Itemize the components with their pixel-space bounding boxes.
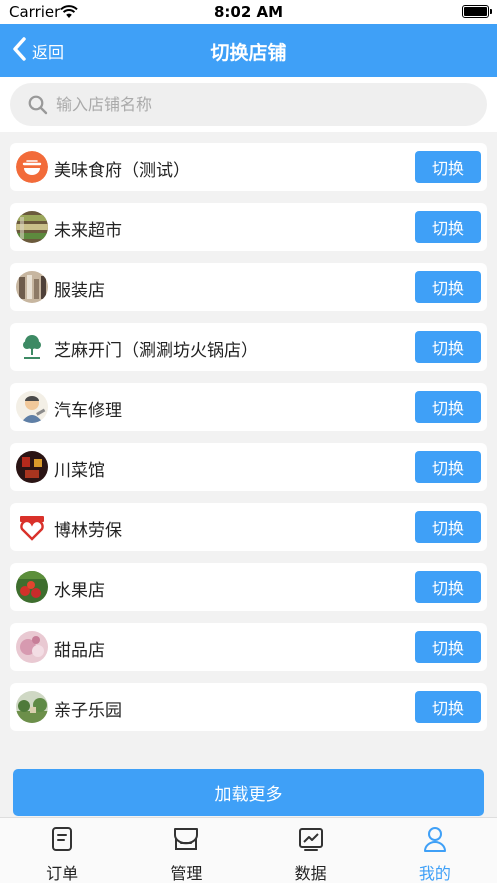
store-name: 未来超市	[54, 221, 122, 241]
profile-icon	[421, 825, 449, 853]
safety-badge-icon	[16, 511, 48, 543]
store-name: 水果店	[54, 581, 105, 601]
search-section	[0, 77, 497, 132]
store-row: 未来超市 切换	[10, 203, 487, 251]
switch-button[interactable]: 切换	[415, 451, 481, 483]
store-row: 美味食府（测试） 切换	[10, 143, 487, 191]
search-bar[interactable]	[10, 83, 487, 126]
tab-label: 我的	[418, 864, 451, 883]
order-icon	[48, 825, 76, 853]
tree-logo-icon	[16, 331, 48, 363]
store-manage-icon	[172, 825, 200, 853]
store-name: 亲子乐园	[54, 701, 122, 721]
switch-button[interactable]: 切换	[415, 511, 481, 543]
store-row: 川菜馆 切换	[10, 443, 487, 491]
store-name: 芝麻开门（涮涮坊火锅店）	[54, 341, 258, 361]
switch-button[interactable]: 切换	[415, 331, 481, 363]
load-more-button[interactable]: 加载更多	[13, 769, 484, 816]
store-row: 水果店 切换	[10, 563, 487, 611]
clothing-photo-icon	[16, 271, 48, 303]
bowl-logo-icon	[16, 151, 48, 183]
search-icon	[28, 95, 48, 119]
fruit-photo-icon	[16, 571, 48, 603]
tab-manage[interactable]: 管理	[124, 818, 248, 883]
supermarket-photo-icon	[16, 211, 48, 243]
store-row: 亲子乐园 切换	[10, 683, 487, 731]
store-row: 芝麻开门（涮涮坊火锅店） 切换	[10, 323, 487, 371]
store-name: 甜品店	[54, 641, 105, 661]
store-name: 汽车修理	[54, 401, 122, 421]
store-name: 美味食府（测试）	[54, 161, 190, 181]
chart-icon	[297, 825, 325, 853]
mechanic-cartoon-icon	[16, 391, 48, 423]
store-row: 服装店 切换	[10, 263, 487, 311]
switch-button[interactable]: 切换	[415, 571, 481, 603]
park-photo-icon	[16, 691, 48, 723]
tab-orders[interactable]: 订单	[0, 818, 124, 883]
store-row: 甜品店 切换	[10, 623, 487, 671]
clock: 8:02 AM	[213, 3, 284, 21]
store-name: 服装店	[54, 281, 105, 301]
sichuan-food-photo-icon	[16, 451, 48, 483]
switch-button[interactable]: 切换	[415, 271, 481, 303]
switch-button[interactable]: 切换	[415, 631, 481, 663]
search-input[interactable]	[56, 83, 466, 126]
status-bar: Carrier 8:02 AM	[0, 0, 497, 24]
battery-icon	[462, 5, 492, 18]
dessert-photo-icon	[16, 631, 48, 663]
navigation-bar: 返回 切换店铺	[0, 24, 497, 77]
page-title: 切换店铺	[210, 42, 287, 64]
store-row: 博林劳保 切换	[10, 503, 487, 551]
switch-button[interactable]: 切换	[415, 211, 481, 243]
switch-button[interactable]: 切换	[415, 391, 481, 423]
store-name: 博林劳保	[54, 521, 122, 541]
tab-data[interactable]: 数据	[249, 818, 373, 883]
switch-button[interactable]: 切换	[415, 151, 481, 183]
tab-profile[interactable]: 我的	[373, 818, 497, 883]
tab-label: 数据	[294, 864, 327, 883]
store-name: 川菜馆	[54, 461, 105, 481]
tab-bar: 订单 管理 数据 我的	[0, 817, 497, 883]
switch-button[interactable]: 切换	[415, 691, 481, 723]
store-row: 汽车修理 切换	[10, 383, 487, 431]
tab-label: 管理	[170, 864, 203, 883]
tab-label: 订单	[46, 864, 79, 883]
